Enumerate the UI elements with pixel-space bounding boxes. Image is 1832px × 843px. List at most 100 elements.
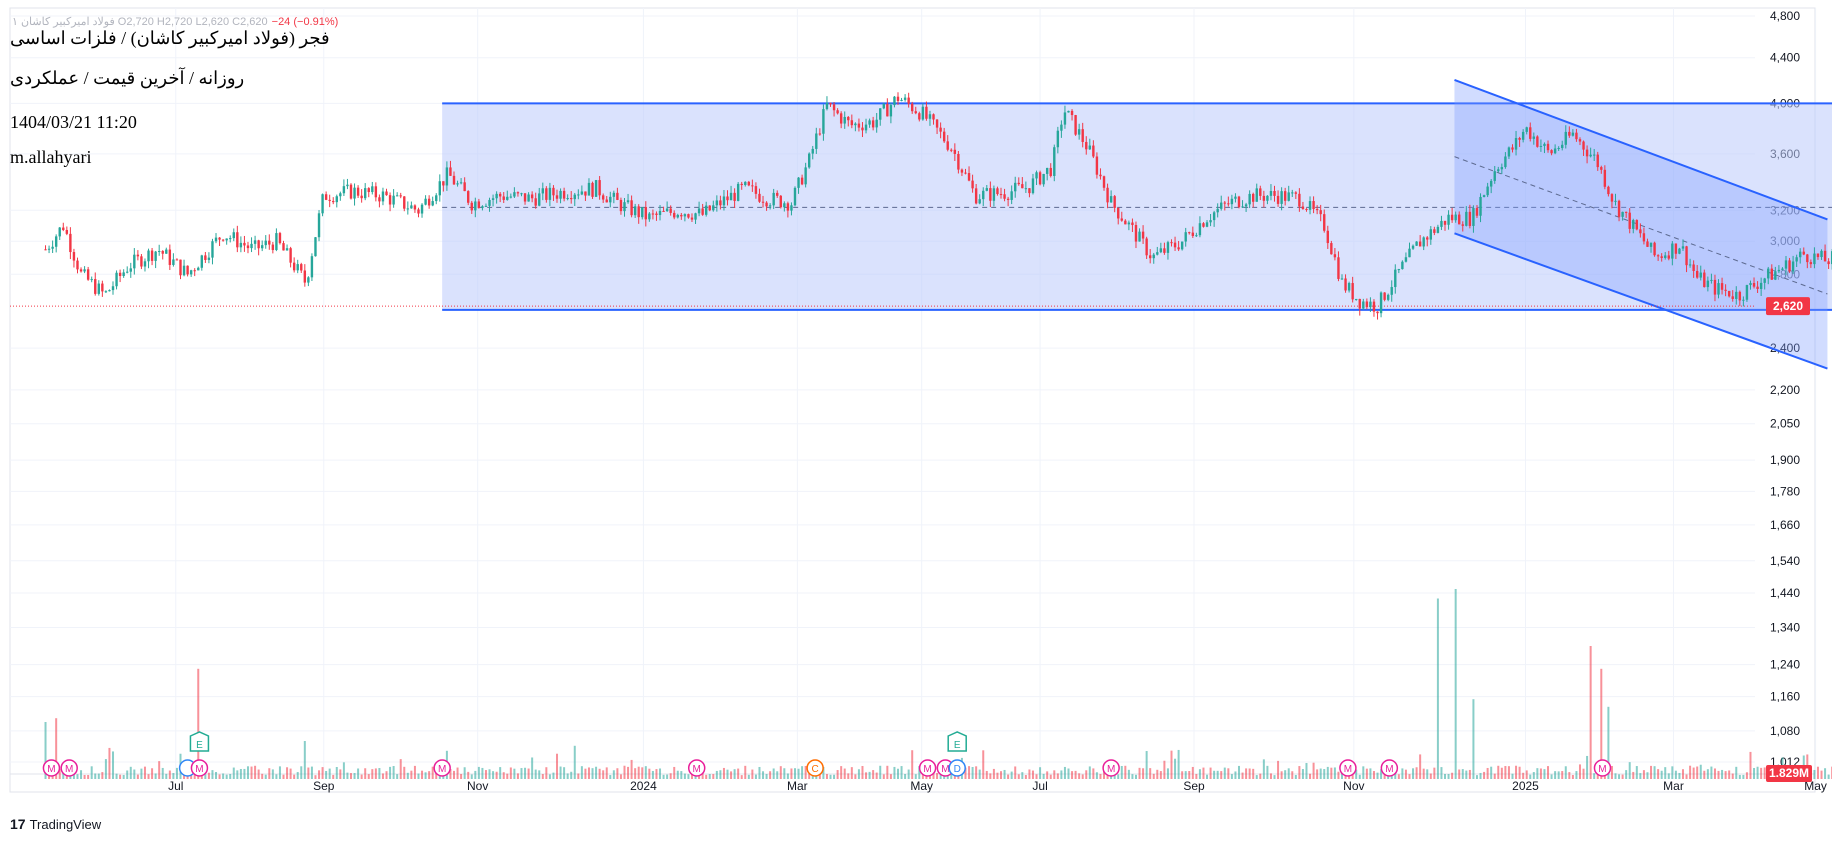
volume-bar xyxy=(108,747,111,779)
x-tick-label: May xyxy=(910,779,933,793)
candle-body xyxy=(651,213,655,215)
volume-bar xyxy=(1745,772,1748,779)
candle-body xyxy=(445,167,449,186)
volume-bar xyxy=(1561,771,1564,779)
candle-body xyxy=(1646,241,1649,247)
candle-body xyxy=(559,190,562,199)
event-marker-m[interactable]: M xyxy=(42,759,61,777)
candle-body xyxy=(83,269,86,272)
event-marker-letter: M xyxy=(1598,764,1606,775)
volume-bar xyxy=(229,773,232,779)
candle-body xyxy=(1806,254,1809,263)
candle-body xyxy=(609,196,612,203)
candle-body xyxy=(1685,246,1688,266)
candle-body xyxy=(413,205,417,210)
candle-body xyxy=(65,229,69,234)
volume-bar xyxy=(1710,766,1713,779)
volume-bar xyxy=(474,770,477,779)
volume-badge[interactable]: 1.829M xyxy=(1766,765,1812,782)
volume-bar xyxy=(1735,766,1738,779)
volume-bar xyxy=(1458,769,1461,779)
volume-bar xyxy=(1177,749,1180,779)
volume-bar xyxy=(1486,767,1489,779)
volume-bar xyxy=(1820,770,1823,779)
volume-bar xyxy=(1738,774,1741,779)
ohlc-readout: فولاد امیرکبیر کاشان ۱ O2,720 H2,720 L2,… xyxy=(12,15,338,28)
last-price-badge[interactable]: 2,620 xyxy=(1766,297,1810,316)
candle-body xyxy=(303,270,307,283)
event-marker-d[interactable]: D xyxy=(948,759,966,777)
volume-bar xyxy=(275,774,278,779)
volume-bar xyxy=(605,767,608,779)
candle-body xyxy=(690,217,694,220)
chart-subtitle: روزانه / آخرین قیمت / عملکردی xyxy=(10,68,245,88)
volume-bar xyxy=(1500,767,1503,779)
candle-body xyxy=(307,277,310,283)
candle-body xyxy=(463,182,466,192)
volume-bar xyxy=(1827,774,1830,779)
candle-body xyxy=(296,264,299,271)
candle-body xyxy=(1458,214,1461,225)
candle-body xyxy=(1664,255,1667,258)
candle-body xyxy=(69,233,72,253)
candle-body xyxy=(385,191,388,196)
earnings-marker[interactable]: E xyxy=(189,731,210,752)
event-marker-m[interactable]: M xyxy=(1102,759,1120,777)
volume-bar xyxy=(428,771,431,779)
volume-bar xyxy=(840,766,843,779)
volume-bar xyxy=(1582,768,1585,779)
event-marker-m[interactable]: M xyxy=(60,759,78,777)
volume-bar xyxy=(747,774,750,779)
volume-bar xyxy=(1618,774,1621,779)
volume-bar xyxy=(1824,768,1827,779)
candle-body xyxy=(1749,283,1752,286)
candle-body xyxy=(1344,278,1347,291)
candle-body xyxy=(687,214,690,218)
volume-bar xyxy=(325,770,328,779)
earnings-marker[interactable]: E xyxy=(947,731,967,752)
event-marker-m[interactable]: M xyxy=(433,759,451,777)
volume-bar xyxy=(1444,773,1447,779)
event-marker-m[interactable]: M xyxy=(1380,759,1399,777)
volume-bar xyxy=(1483,771,1486,779)
volume-bar xyxy=(289,768,292,779)
candle-body xyxy=(364,188,367,199)
footer-brand[interactable]: 17 TradingView xyxy=(10,816,101,832)
candle-body xyxy=(76,260,79,270)
event-marker-m[interactable]: M xyxy=(190,759,209,777)
candle-body xyxy=(165,249,168,254)
candle-body xyxy=(335,196,338,203)
candle-body xyxy=(211,241,214,258)
event-marker-m[interactable]: M xyxy=(1339,759,1357,777)
volume-bar xyxy=(378,768,381,779)
event-marker-letter: M xyxy=(65,764,73,775)
candle-body xyxy=(921,106,925,120)
candle-body xyxy=(317,213,321,238)
event-marker-c[interactable]: C xyxy=(806,759,824,777)
candle-body xyxy=(1497,169,1500,172)
candle-body xyxy=(1816,253,1820,258)
event-marker-m[interactable]: M xyxy=(918,759,937,777)
volume-bar xyxy=(1692,767,1695,779)
candle-body xyxy=(822,109,825,134)
candle-body xyxy=(815,133,818,149)
candle-body xyxy=(1298,193,1301,207)
candle-body xyxy=(260,245,264,249)
volume-bar xyxy=(733,769,736,779)
price-chart[interactable]: 4,8004,4004,0003,6003,2003,0002,8002,400… xyxy=(0,0,1832,843)
volume-bar xyxy=(914,774,917,779)
event-marker-m[interactable]: M xyxy=(687,759,706,777)
candle-body xyxy=(619,199,623,212)
candle-body xyxy=(1568,131,1571,136)
candle-body xyxy=(264,240,267,246)
candle-body xyxy=(1262,195,1266,201)
candle-body xyxy=(229,238,232,240)
candle-body xyxy=(101,283,104,292)
volume-bar xyxy=(1248,768,1251,779)
candle-body xyxy=(1809,262,1813,265)
volume-bar xyxy=(421,770,424,779)
candle-body xyxy=(754,186,758,194)
event-marker-m[interactable]: M xyxy=(1593,759,1612,777)
candle-body xyxy=(172,259,175,265)
volume-bar xyxy=(1362,766,1365,779)
